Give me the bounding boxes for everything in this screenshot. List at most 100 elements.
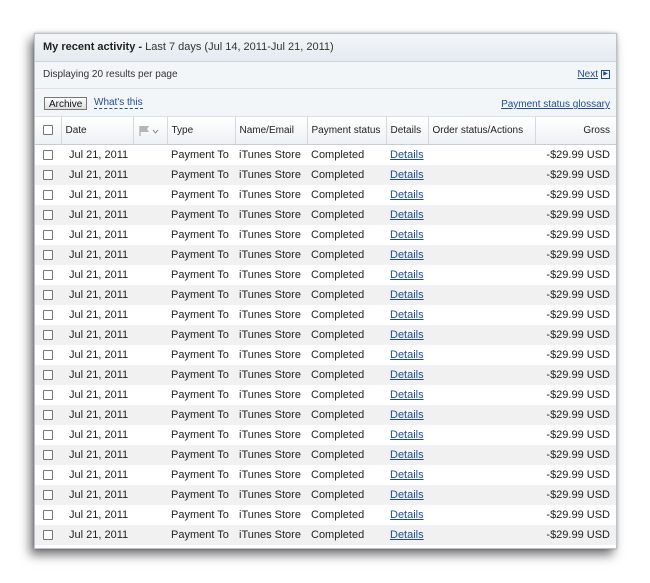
row-details-link[interactable]: Details	[390, 249, 424, 261]
column-header-date[interactable]: Date	[61, 117, 134, 145]
row-details-link[interactable]: Details	[390, 369, 424, 381]
row-order-status	[428, 285, 535, 305]
row-order-status	[428, 185, 535, 205]
whats-this-link[interactable]: What's this	[94, 97, 143, 109]
row-checkbox[interactable]	[43, 190, 53, 201]
row-details-link[interactable]: Details	[390, 289, 424, 301]
row-checkbox-cell	[35, 485, 61, 505]
row-details-link[interactable]: Details	[390, 449, 424, 461]
row-checkbox[interactable]	[43, 250, 53, 261]
row-details-link[interactable]: Details	[390, 329, 424, 341]
table-row: Jul 21, 2011 Payment To iTunes Store Comple…	[35, 165, 616, 185]
row-order-status	[428, 325, 535, 345]
row-date: Jul 21, 2011	[69, 389, 129, 401]
row-checkbox-cell	[35, 245, 61, 265]
column-header-payment-status[interactable]: Payment status	[307, 117, 387, 145]
table-row: Jul 21, 2011 Payment To iTunes Store Comple…	[35, 365, 616, 385]
row-checkbox[interactable]	[43, 490, 53, 501]
row-checkbox[interactable]	[43, 350, 53, 361]
column-header-type[interactable]: Type	[167, 117, 236, 145]
row-payment-status: Completed	[307, 485, 386, 505]
row-details-link[interactable]: Details	[390, 309, 424, 321]
row-payment-status: Completed	[307, 365, 386, 385]
row-checkbox[interactable]	[43, 330, 53, 341]
row-checkbox-cell	[35, 285, 61, 305]
row-checkbox[interactable]	[43, 170, 53, 181]
row-order-status	[428, 365, 535, 385]
row-order-status	[428, 405, 535, 425]
row-checkbox[interactable]	[43, 270, 53, 281]
row-payment-status: Completed	[311, 269, 365, 281]
column-header-name-email[interactable]: Name/Email	[235, 117, 308, 145]
row-checkbox[interactable]	[43, 230, 53, 241]
next-page-link[interactable]: Next ▶	[577, 62, 610, 88]
archive-button[interactable]: Archive	[44, 97, 88, 110]
row-type: Payment To	[171, 389, 229, 401]
row-details-link[interactable]: Details	[390, 169, 424, 181]
row-order-status	[428, 345, 535, 365]
action-bar: Archive What's this Payment status gloss…	[35, 89, 616, 117]
row-payment-status: Completed	[307, 405, 386, 425]
panel-title-bold: My recent activity -	[43, 41, 143, 53]
row-checkbox[interactable]	[43, 390, 53, 401]
row-checkbox-cell	[35, 525, 61, 545]
column-header-flag[interactable]	[133, 117, 168, 145]
row-gross: -$29.99 USD	[535, 285, 616, 305]
row-date: Jul 21, 2011	[61, 205, 167, 225]
row-checkbox[interactable]	[43, 530, 53, 541]
row-details-link[interactable]: Details	[390, 209, 424, 221]
row-type: Payment To	[167, 405, 235, 425]
row-checkbox[interactable]	[43, 370, 53, 381]
row-payment-status: Completed	[311, 149, 365, 161]
row-details-cell: Details	[386, 205, 428, 225]
table-row: Jul 21, 2011 Payment To iTunes Store Comple…	[35, 525, 616, 545]
column-header-gross[interactable]: Gross	[535, 117, 616, 145]
row-payment-status: Completed	[307, 325, 386, 345]
table-row: Jul 21, 2011 Payment To iTunes Store Comple…	[35, 505, 616, 525]
row-gross: -$29.99 USD	[535, 245, 616, 265]
row-checkbox[interactable]	[43, 430, 53, 441]
row-checkbox[interactable]	[43, 310, 53, 321]
row-details-link[interactable]: Details	[390, 189, 424, 201]
row-checkbox[interactable]	[43, 410, 53, 421]
row-details-link[interactable]: Details	[390, 409, 424, 421]
row-details-link[interactable]: Details	[390, 429, 424, 441]
row-date: Jul 21, 2011	[61, 325, 167, 345]
row-details-link[interactable]: Details	[390, 349, 424, 361]
row-order-status	[428, 205, 535, 225]
row-order-status	[428, 305, 535, 325]
row-details-link[interactable]: Details	[390, 229, 424, 241]
table-row: Jul 21, 2011 Payment To iTunes Store Comple…	[35, 305, 616, 325]
row-order-status	[428, 265, 535, 285]
row-date: Jul 21, 2011	[61, 405, 167, 425]
panel-title: My recent activity - Last 7 days (Jul 14…	[35, 34, 616, 62]
row-details-cell: Details	[386, 185, 428, 205]
row-details-link[interactable]: Details	[390, 149, 424, 161]
row-order-status	[428, 385, 535, 405]
row-name: iTunes Store	[239, 189, 301, 201]
row-details-link[interactable]: Details	[390, 509, 424, 521]
row-name: iTunes Store	[235, 285, 307, 305]
table-row: Jul 21, 2011 Payment To iTunes Store Comple…	[35, 145, 616, 166]
select-all-checkbox[interactable]	[42, 125, 53, 136]
payment-status-glossary-link[interactable]: Payment status glossary	[501, 99, 610, 110]
table-row: Jul 21, 2011 Payment To iTunes Store Comple…	[35, 245, 616, 265]
row-details-link[interactable]: Details	[390, 489, 424, 501]
row-order-status	[428, 425, 535, 445]
row-checkbox-cell	[35, 305, 61, 325]
row-checkbox[interactable]	[43, 150, 53, 161]
row-details-link[interactable]: Details	[390, 469, 424, 481]
row-gross: -$29.99 USD	[546, 509, 610, 521]
row-checkbox[interactable]	[43, 210, 53, 221]
row-checkbox[interactable]	[43, 290, 53, 301]
row-details-link[interactable]: Details	[390, 529, 424, 541]
row-checkbox[interactable]	[43, 450, 53, 461]
row-name: iTunes Store	[235, 445, 307, 465]
row-details-link[interactable]: Details	[390, 389, 424, 401]
row-date: Jul 21, 2011	[61, 525, 167, 545]
row-checkbox[interactable]	[43, 510, 53, 521]
table-row: Jul 21, 2011 Payment To iTunes Store Comple…	[35, 345, 616, 365]
row-checkbox[interactable]	[43, 470, 53, 481]
row-details-link[interactable]: Details	[390, 269, 424, 281]
row-type: Payment To	[167, 285, 235, 305]
